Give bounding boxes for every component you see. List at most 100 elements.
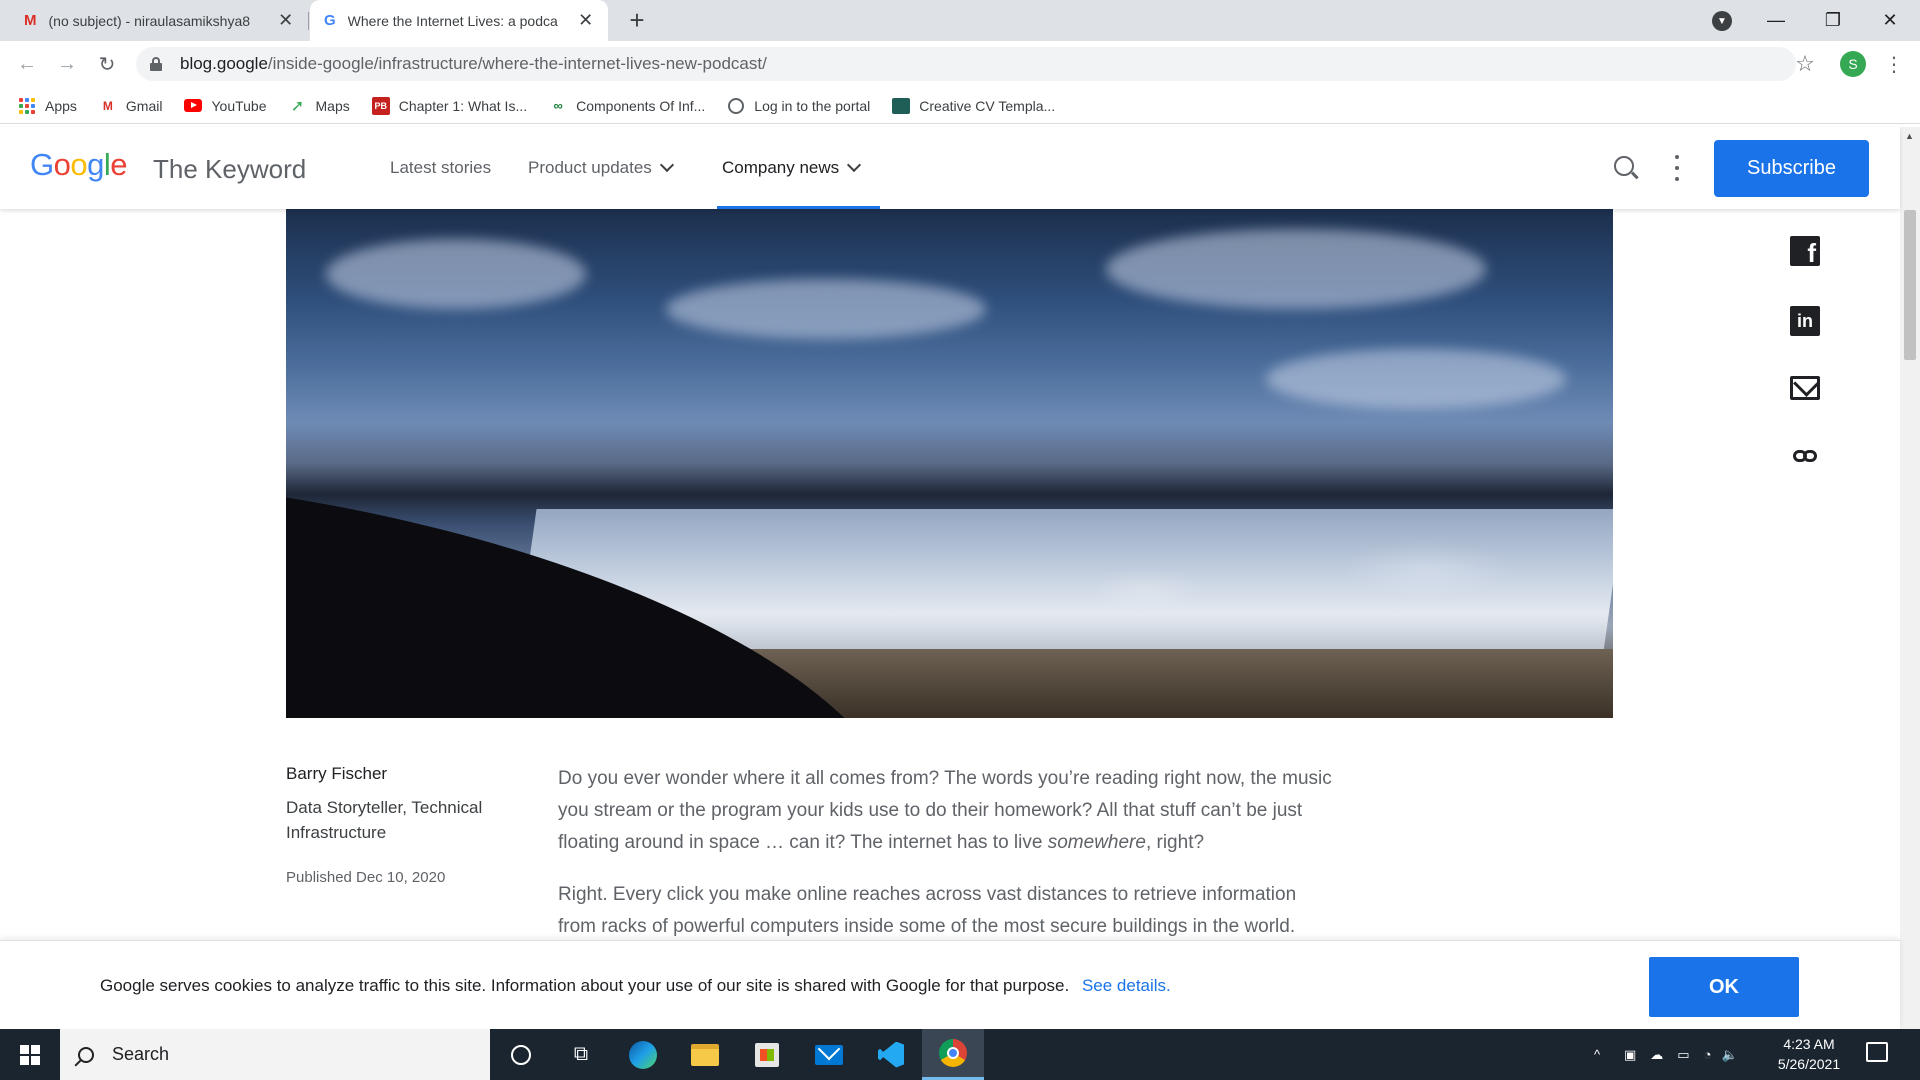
article-paragraph: Do you ever wonder where it all comes fr… [558, 763, 1338, 859]
nav-label: Product updates [528, 158, 652, 177]
edge-icon [629, 1040, 657, 1069]
nav-label: Company news [722, 158, 840, 177]
bookmark-label: Apps [45, 97, 77, 114]
google-logo[interactable]: Google [30, 147, 128, 183]
bookmarks-bar: Apps M Gmail YouTube ➚ Maps PB Chapter 1… [0, 88, 1920, 124]
browser-toolbar: ← → ↻ blog.google/inside-google/infrastr… [0, 41, 1920, 88]
reload-icon[interactable]: ↻ [92, 49, 122, 79]
profile-avatar[interactable]: S [1840, 51, 1866, 77]
taskbar-search-placeholder: Search [112, 1044, 170, 1064]
close-window-button[interactable]: ✕ [1862, 0, 1918, 41]
cv-icon [892, 97, 911, 115]
minimize-button[interactable]: — [1748, 0, 1804, 41]
bookmark-label: Maps [315, 97, 350, 114]
author-title: Data Storyteller, Technical Infrastructu… [286, 798, 483, 842]
hero-image-data-center [286, 209, 1613, 718]
facebook-icon[interactable]: f [1790, 236, 1820, 266]
clock-time: 4:23 AM [1783, 1036, 1835, 1052]
see-details-link[interactable]: See details. [1082, 976, 1171, 995]
components-icon: ∞ [553, 98, 563, 113]
cookie-message: Google serves cookies to analyze traffic… [100, 976, 1171, 996]
chevron-down-icon [659, 157, 674, 173]
bookmark-apps[interactable]: Apps [18, 97, 77, 115]
bookmark-gmail[interactable]: M Gmail [99, 97, 163, 115]
scroll-thumb[interactable] [1904, 210, 1916, 360]
page-scrollbar[interactable]: ▲ [1900, 127, 1920, 1029]
meet-now-icon[interactable]: ▣ [1624, 1047, 1636, 1063]
bookmark-chapter-1[interactable]: PB Chapter 1: What Is... [371, 96, 528, 115]
start-button[interactable] [0, 1029, 60, 1080]
notification-center-icon[interactable] [1866, 1042, 1888, 1062]
browser-menu-icon[interactable]: ⋮ [1884, 49, 1904, 79]
chevron-down-icon [847, 157, 862, 173]
taskbar-edge[interactable] [612, 1029, 674, 1080]
scroll-up-icon[interactable]: ▲ [1905, 131, 1914, 141]
search-icon[interactable] [1614, 156, 1634, 176]
new-tab-button[interactable]: + [622, 6, 652, 34]
active-nav-indicator [717, 206, 880, 209]
bookmark-portal[interactable]: Log in to the portal [727, 97, 870, 115]
battery-icon[interactable]: ▭ [1677, 1047, 1689, 1063]
youtube-icon [184, 97, 203, 115]
bookmark-label: Creative CV Templa... [919, 97, 1056, 114]
lock-icon[interactable] [150, 57, 162, 71]
tab-title: Where the Internet Lives: a podca [347, 12, 558, 29]
tab-search-dropdown-icon[interactable]: ▼ [1712, 11, 1732, 31]
bookmark-label: Components Of Inf... [576, 97, 706, 114]
nav-latest-stories[interactable]: Latest stories [390, 158, 491, 178]
show-hidden-icons[interactable]: ^ [1594, 1029, 1600, 1080]
tab-gmail[interactable]: M (no subject) - niraulasamikshya8 ✕ [10, 0, 308, 41]
onedrive-icon[interactable]: ☁ [1650, 1047, 1663, 1063]
taskbar-mail[interactable] [798, 1029, 860, 1080]
nav-label: Latest stories [390, 158, 492, 177]
url-text[interactable]: blog.google/inside-google/infrastructure… [180, 54, 767, 74]
cookie-text: Google serves cookies to analyze traffic… [100, 976, 1070, 995]
folder-icon [691, 1043, 719, 1066]
address-bar[interactable]: blog.google/inside-google/infrastructure… [136, 47, 1796, 81]
task-view-button[interactable]: ⧉ [550, 1029, 612, 1080]
mail-icon[interactable] [1790, 376, 1820, 400]
globe-icon [727, 97, 745, 115]
taskbar-search-box[interactable]: Search [60, 1029, 490, 1080]
tab-separator [308, 12, 309, 30]
cookie-banner: Google serves cookies to analyze traffic… [0, 940, 1900, 1029]
bookmark-youtube[interactable]: YouTube [184, 97, 267, 115]
taskbar-vscode[interactable] [860, 1029, 922, 1080]
bookmark-star-icon[interactable]: ☆ [1790, 49, 1820, 79]
vscode-icon [878, 1041, 904, 1068]
link-icon[interactable] [1790, 444, 1820, 468]
bookmark-label: YouTube [211, 97, 267, 114]
tab-keyword-article[interactable]: G Where the Internet Lives: a podca ✕ [310, 0, 608, 41]
maps-icon: ➚ [290, 97, 305, 115]
nav-company-news[interactable]: Company news [722, 157, 863, 178]
linkedin-icon[interactable]: in [1790, 306, 1820, 336]
cortana-button[interactable] [490, 1029, 552, 1080]
taskbar-clock[interactable]: 4:23 AM 5/26/2021 [1754, 1034, 1864, 1074]
volume-icon[interactable]: 🔈 [1721, 1047, 1737, 1063]
tab-close-icon[interactable]: ✕ [277, 10, 294, 31]
bookmark-maps[interactable]: ➚ Maps [289, 97, 350, 115]
nav-product-updates[interactable]: Product updates [528, 157, 676, 178]
apps-grid-icon [18, 97, 36, 115]
site-name[interactable]: The Keyword [153, 154, 306, 185]
bookmark-cv-templates[interactable]: Creative CV Templa... [892, 97, 1055, 115]
wifi-icon[interactable]: ◔ [1704, 1047, 1712, 1062]
url-domain: blog.google [180, 54, 268, 73]
windows-logo-icon [20, 1044, 40, 1065]
forward-arrow-icon[interactable]: → [52, 49, 82, 79]
taskbar-store[interactable] [736, 1029, 798, 1080]
paragraph-text: Do you ever wonder where it all comes fr… [558, 768, 1332, 853]
bookmark-components[interactable]: ∞ Components Of Inf... [549, 97, 705, 115]
author-name: Barry Fischer [286, 764, 388, 783]
back-arrow-icon[interactable]: ← [12, 49, 42, 79]
subscribe-button[interactable]: Subscribe [1714, 140, 1869, 197]
cookie-ok-button[interactable]: OK [1649, 957, 1799, 1017]
taskbar-chrome[interactable] [922, 1029, 984, 1080]
bookmark-label: Chapter 1: What Is... [398, 97, 528, 114]
tab-close-icon[interactable]: ✕ [577, 10, 594, 31]
restore-button[interactable]: ❐ [1805, 0, 1861, 41]
more-options-icon[interactable] [1670, 152, 1684, 184]
taskbar-file-explorer[interactable] [674, 1029, 736, 1080]
system-tray: ▣ ☁ ▭ ◔ 🔈 [1624, 1029, 1738, 1080]
tab-title: (no subject) - niraulasamikshya8 [48, 12, 251, 29]
